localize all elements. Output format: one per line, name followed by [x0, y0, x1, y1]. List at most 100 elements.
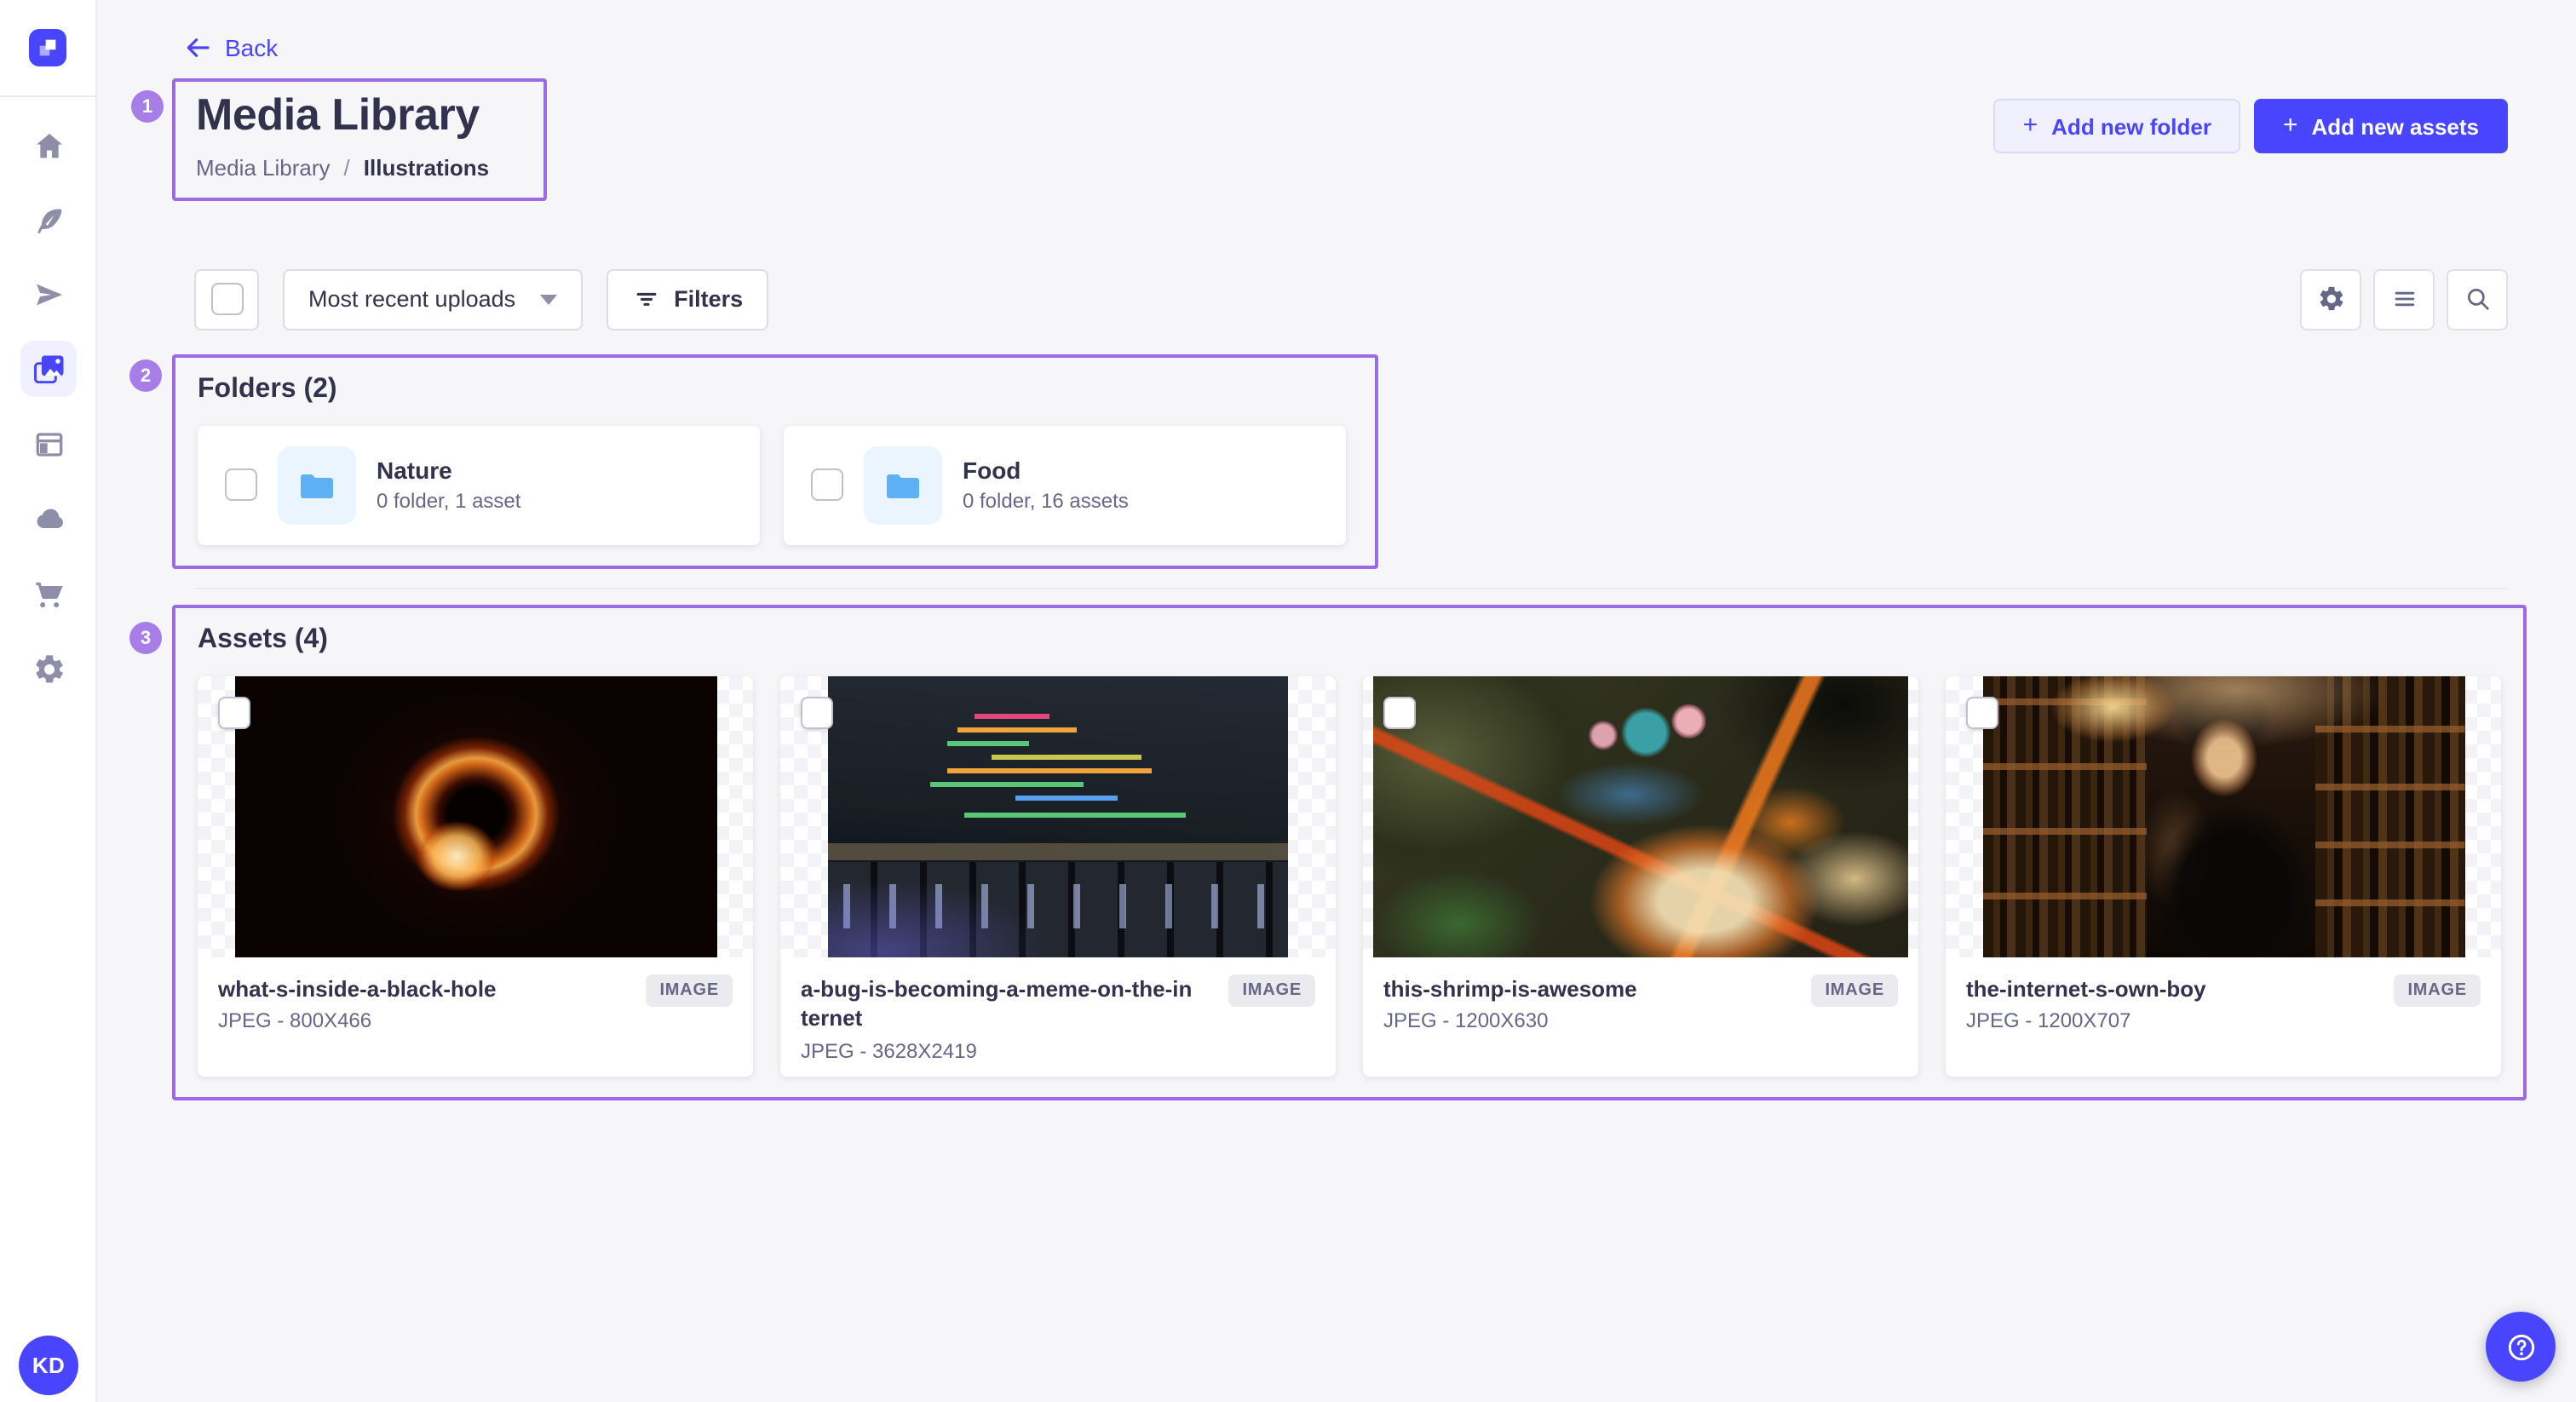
- gear-icon: [32, 652, 66, 686]
- asset-card-bug-meme[interactable]: a-bug-is-becoming-a-meme-on-the-internet…: [780, 676, 1336, 1077]
- breadcrumb: Media Library / Illustrations: [196, 155, 523, 181]
- breadcrumb-current: Illustrations: [364, 155, 489, 181]
- asset-info: this-shrimp-is-awesome JPEG - 1200X630 I…: [1363, 957, 1918, 1050]
- asset-checkbox[interactable]: [1383, 697, 1416, 729]
- media-pictures-icon: [30, 350, 67, 388]
- assets-grid: what-s-inside-a-black-hole JPEG - 800X46…: [198, 676, 2501, 1077]
- configure-view-button[interactable]: [2300, 269, 2361, 330]
- folder-checkbox[interactable]: [225, 469, 257, 502]
- shopping-cart-icon: [32, 577, 66, 611]
- sidebar-item-releases[interactable]: [20, 266, 77, 322]
- back-label: Back: [225, 34, 278, 61]
- strapi-logo[interactable]: [29, 29, 66, 66]
- chevron-down-icon: [539, 295, 556, 305]
- list-view-button[interactable]: [2373, 269, 2435, 330]
- folder-checkbox[interactable]: [811, 469, 843, 502]
- asset-card-internets-own-boy[interactable]: the-internet-s-own-boy JPEG - 1200X707 I…: [1946, 676, 2501, 1077]
- folder-tile: [278, 446, 356, 525]
- asset-meta: JPEG - 800X466: [218, 1009, 733, 1033]
- cog-icon: [2316, 285, 2345, 314]
- folder-card-food[interactable]: Food 0 folder, 16 assets: [784, 426, 1346, 545]
- asset-type-badge: IMAGE: [646, 974, 733, 1007]
- annotation-badge-3: 3: [129, 622, 162, 654]
- asset-meta: JPEG - 3628X2419: [801, 1039, 1315, 1063]
- assets-heading: Assets (4): [198, 625, 2501, 656]
- add-new-folder-label: Add new folder: [2051, 113, 2211, 139]
- folder-icon: [883, 465, 923, 506]
- help-button[interactable]: [2486, 1312, 2556, 1382]
- filters-button[interactable]: Filters: [606, 269, 768, 330]
- sort-dropdown-value: Most recent uploads: [308, 287, 515, 313]
- asset-card-shrimp[interactable]: this-shrimp-is-awesome JPEG - 1200X630 I…: [1363, 676, 1918, 1077]
- asset-thumbnail: [198, 676, 753, 957]
- sidebar-item-content-type-builder[interactable]: [20, 416, 77, 472]
- sidebar-item-deploy[interactable]: [20, 491, 77, 547]
- annotation-badge-1: 1: [131, 90, 164, 123]
- sidebar-item-settings[interactable]: [20, 641, 77, 697]
- library-portrait-photo: [1982, 676, 2464, 957]
- filter-icon: [631, 285, 660, 314]
- asset-info: a-bug-is-becoming-a-meme-on-the-internet…: [780, 957, 1336, 1077]
- search-icon: [2463, 285, 2492, 314]
- user-avatar[interactable]: KD: [19, 1336, 78, 1395]
- add-new-assets-button[interactable]: + Add new assets: [2254, 99, 2508, 153]
- help-question-icon: [2504, 1330, 2538, 1364]
- asset-name: this-shrimp-is-awesome: [1383, 974, 1775, 1004]
- asset-type-badge: IMAGE: [1228, 974, 1315, 1007]
- folder-icon: [296, 465, 337, 506]
- asset-checkbox[interactable]: [218, 697, 250, 729]
- asset-name: a-bug-is-becoming-a-meme-on-the-internet: [801, 974, 1193, 1034]
- select-all-checkbox[interactable]: [194, 269, 259, 330]
- header-actions: + Add new folder + Add new assets: [1994, 99, 2508, 153]
- asset-checkbox[interactable]: [801, 697, 833, 729]
- asset-name: the-internet-s-own-boy: [1966, 974, 2358, 1004]
- strapi-logo-icon: [36, 36, 60, 60]
- folder-tile: [864, 446, 942, 525]
- sidebar-item-home[interactable]: [20, 118, 77, 174]
- layout-builder-icon: [32, 427, 66, 461]
- add-new-folder-button[interactable]: + Add new folder: [1994, 99, 2240, 153]
- toolbar: Most recent uploads Filters: [194, 269, 2508, 330]
- cloud-icon: [32, 502, 66, 536]
- back-link[interactable]: Back: [184, 34, 278, 61]
- sidebar-item-marketplace[interactable]: [20, 566, 77, 622]
- folder-texts: Nature 0 folder, 1 asset: [377, 457, 520, 514]
- section-divider: [194, 588, 2508, 589]
- sidebar-item-content-manager[interactable]: [20, 192, 77, 249]
- black-hole-photo: [234, 676, 716, 957]
- pen-feather-icon: [32, 204, 66, 238]
- sidebar-item-media-library[interactable]: [20, 341, 77, 397]
- folder-meta: 0 folder, 1 asset: [377, 490, 520, 514]
- plus-icon: +: [2023, 112, 2038, 138]
- asset-name: what-s-inside-a-black-hole: [218, 974, 610, 1004]
- folder-card-nature[interactable]: Nature 0 folder, 1 asset: [198, 426, 760, 545]
- back-arrow-icon: [184, 34, 211, 61]
- asset-checkbox[interactable]: [1966, 697, 1998, 729]
- asset-thumbnail: [1946, 676, 2501, 957]
- main-content: 1 2 3 Back Media Library Media Library /…: [97, 0, 2576, 1402]
- asset-meta: JPEG - 1200X630: [1383, 1009, 1898, 1033]
- laptop-code-photo: [828, 676, 1288, 957]
- asset-type-badge: IMAGE: [1811, 974, 1898, 1007]
- folders-annotated-region: Folders (2) Nature 0 folder, 1 asset: [172, 354, 1378, 569]
- sidebar-divider: [0, 95, 97, 97]
- annotation-badge-2: 2: [129, 359, 162, 392]
- view-controls: [2300, 269, 2508, 330]
- folders-row: Nature 0 folder, 1 asset Food 0 folder, …: [198, 426, 1353, 545]
- asset-thumbnail: [780, 676, 1336, 957]
- checkbox-box: [210, 284, 243, 316]
- plus-icon: +: [2283, 112, 2298, 138]
- search-button[interactable]: [2447, 269, 2508, 330]
- folder-name: Nature: [377, 457, 520, 485]
- asset-thumbnail: [1363, 676, 1918, 957]
- breadcrumb-parent[interactable]: Media Library: [196, 155, 331, 181]
- folders-heading: Folders (2): [198, 375, 1353, 405]
- breadcrumb-separator: /: [344, 155, 350, 181]
- asset-meta: JPEG - 1200X707: [1966, 1009, 2481, 1033]
- sort-dropdown[interactable]: Most recent uploads: [283, 269, 582, 330]
- add-new-assets-label: Add new assets: [2311, 113, 2479, 139]
- asset-info: what-s-inside-a-black-hole JPEG - 800X46…: [198, 957, 753, 1050]
- asset-card-black-hole[interactable]: what-s-inside-a-black-hole JPEG - 800X46…: [198, 676, 753, 1077]
- paper-plane-icon: [32, 277, 66, 311]
- page-title-annotated-region: Media Library Media Library / Illustrati…: [172, 78, 547, 201]
